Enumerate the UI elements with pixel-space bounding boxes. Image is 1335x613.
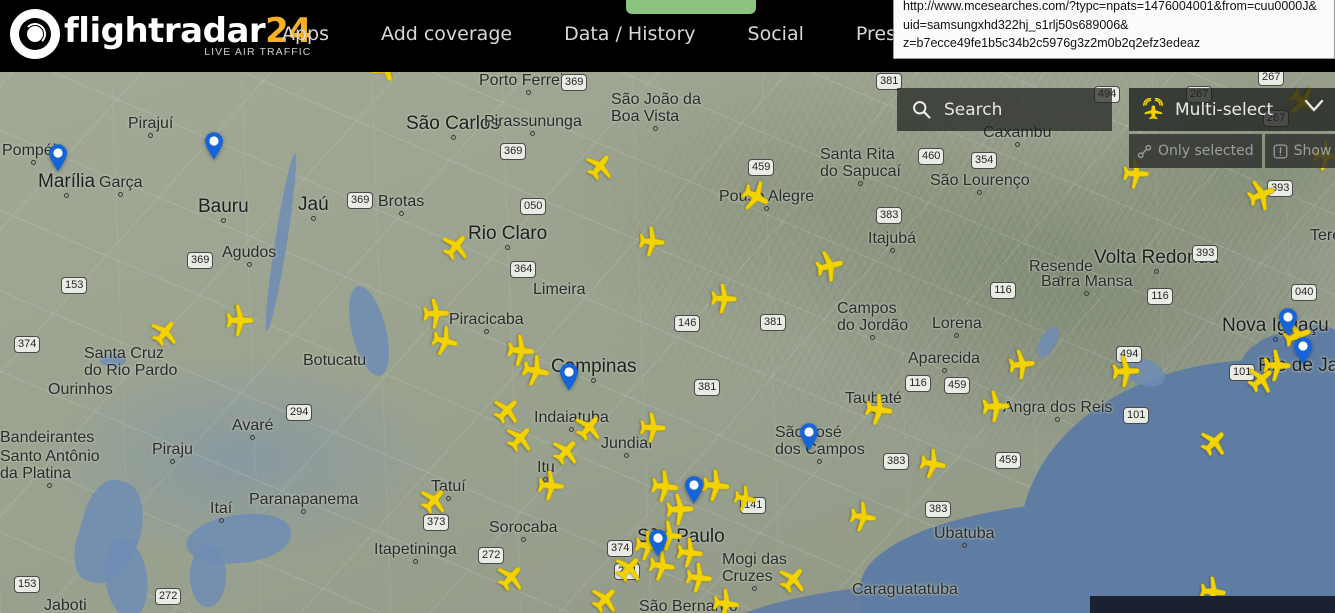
search-input-placeholder[interactable]: Search [944, 100, 1002, 120]
aircraft-icon[interactable] [705, 585, 742, 613]
highway-shield: 369 [561, 74, 588, 91]
airport-marker-congonhas[interactable] [648, 529, 668, 557]
aircraft-icon[interactable] [857, 390, 897, 430]
highway-shield: 040 [1291, 284, 1318, 301]
highway-shield: 101 [1123, 407, 1150, 424]
only-selected-button[interactable]: Only selected [1129, 134, 1262, 168]
aircraft-icon[interactable] [633, 410, 668, 445]
aircraft-icon[interactable] [1001, 346, 1038, 383]
nav-data-history[interactable]: Data / History [564, 23, 695, 45]
airport-marker-galeao[interactable] [1278, 308, 1298, 336]
search-box[interactable]: Search [897, 88, 1112, 131]
highway-shield: 460 [918, 148, 945, 165]
nav-apps[interactable]: Apps [282, 23, 329, 45]
aircraft-icon[interactable] [976, 389, 1013, 426]
aircraft-icon[interactable] [704, 281, 739, 316]
flightradar24-app: Pompéia Pirajuí Marília Garça Bauru Jaú Brotas… [0, 0, 1335, 613]
logo[interactable]: flightradar24 LIVE AIR TRAFFIC [10, 9, 312, 59]
radar-circle-icon [10, 9, 60, 59]
highway-shield: 381 [760, 314, 787, 331]
highway-shield: 354 [971, 152, 998, 169]
airport-marker-marilia[interactable] [48, 144, 68, 172]
logo-word-main: flightradar [64, 11, 266, 51]
multi-select-toggle[interactable]: Multi-select [1129, 88, 1335, 131]
highway-shield: 459 [944, 377, 971, 394]
aircraft-icon[interactable] [726, 481, 759, 514]
airport-marker-sjc[interactable] [799, 423, 819, 451]
highway-shield: 369 [347, 192, 374, 209]
bottom-status-bar [1090, 596, 1335, 613]
logo-tagline: LIVE AIR TRAFFIC [204, 46, 312, 58]
highway-shield: 383 [876, 207, 903, 224]
aircraft-icon[interactable] [531, 468, 567, 504]
highway-shield: 381 [694, 379, 721, 396]
nav-add-coverage[interactable]: Add coverage [381, 23, 512, 45]
logo-wordmark: flightradar24 [64, 11, 312, 51]
url-tooltip-line-3: z=b7ecce49fe1b5c34b2c5976g3z2m0b2q2efz3e… [903, 36, 1201, 50]
water-lake-small-a [100, 353, 126, 367]
highway-shield: 294 [286, 404, 313, 421]
multi-select-label: Multi-select [1175, 99, 1274, 120]
link-icon [1137, 144, 1152, 159]
highway-shield: 116 [905, 375, 931, 392]
aircraft-icon[interactable] [842, 498, 880, 536]
highway-shield: 116 [1147, 288, 1173, 305]
only-selected-label: Only selected [1158, 143, 1254, 159]
url-tooltip-line-2: uid=samsungxhd322hj_s1rlj50s689006& [903, 17, 1129, 32]
green-banner-button[interactable] [626, 0, 756, 14]
highway-shield: 050 [520, 198, 547, 215]
highway-shield: 459 [748, 159, 775, 176]
aircraft-icon[interactable] [632, 224, 669, 261]
chevron-down-icon[interactable] [1303, 98, 1325, 118]
highway-shield: 272 [155, 588, 182, 605]
airport-marker-bauru[interactable] [204, 132, 224, 160]
highway-shield: 116 [990, 282, 1016, 299]
radar-sweep-icon [24, 23, 46, 45]
highway-shield: 153 [61, 277, 88, 294]
aircraft-icon[interactable] [220, 303, 256, 339]
show-info-label: Show info [1293, 143, 1335, 159]
info-icon [1273, 144, 1288, 159]
aircraft-icon[interactable] [1106, 354, 1143, 391]
browser-url-tooltip: http://www.mcesearches.com/?typc=npats=1… [893, 0, 1335, 59]
show-info-button[interactable]: Show info [1264, 134, 1335, 168]
highway-shield: 153 [14, 576, 41, 593]
airport-marker-guarulhos[interactable] [684, 476, 704, 504]
radar-plane-icon [1139, 96, 1167, 124]
highway-shield: 374 [14, 336, 41, 353]
highway-shield: 369 [187, 252, 214, 269]
highway-shield: 369 [500, 143, 527, 160]
highway-shield: 383 [925, 501, 952, 518]
highway-shield: 364 [510, 261, 537, 278]
highway-shield: 393 [1192, 245, 1219, 262]
water-reservoir-itai [190, 545, 226, 607]
airport-marker-viracopos[interactable] [559, 363, 579, 391]
multi-select-actions: Only selected Show info [1129, 134, 1335, 168]
aircraft-icon[interactable] [513, 350, 555, 392]
highway-shield: 383 [883, 453, 910, 470]
aircraft-icon[interactable] [911, 444, 950, 483]
highway-shield: 459 [995, 452, 1022, 469]
highway-shield: 146 [674, 315, 701, 332]
airport-marker-santos-dumont[interactable] [1293, 337, 1313, 365]
url-tooltip-line-1: http://www.mcesearches.com/?typc=npats=1… [903, 0, 1317, 13]
highway-shield: 272 [478, 547, 505, 564]
search-icon [911, 99, 932, 120]
multi-select-panel: Multi-select Only selected Show [1129, 88, 1335, 168]
nav-social[interactable]: Social [748, 23, 804, 45]
